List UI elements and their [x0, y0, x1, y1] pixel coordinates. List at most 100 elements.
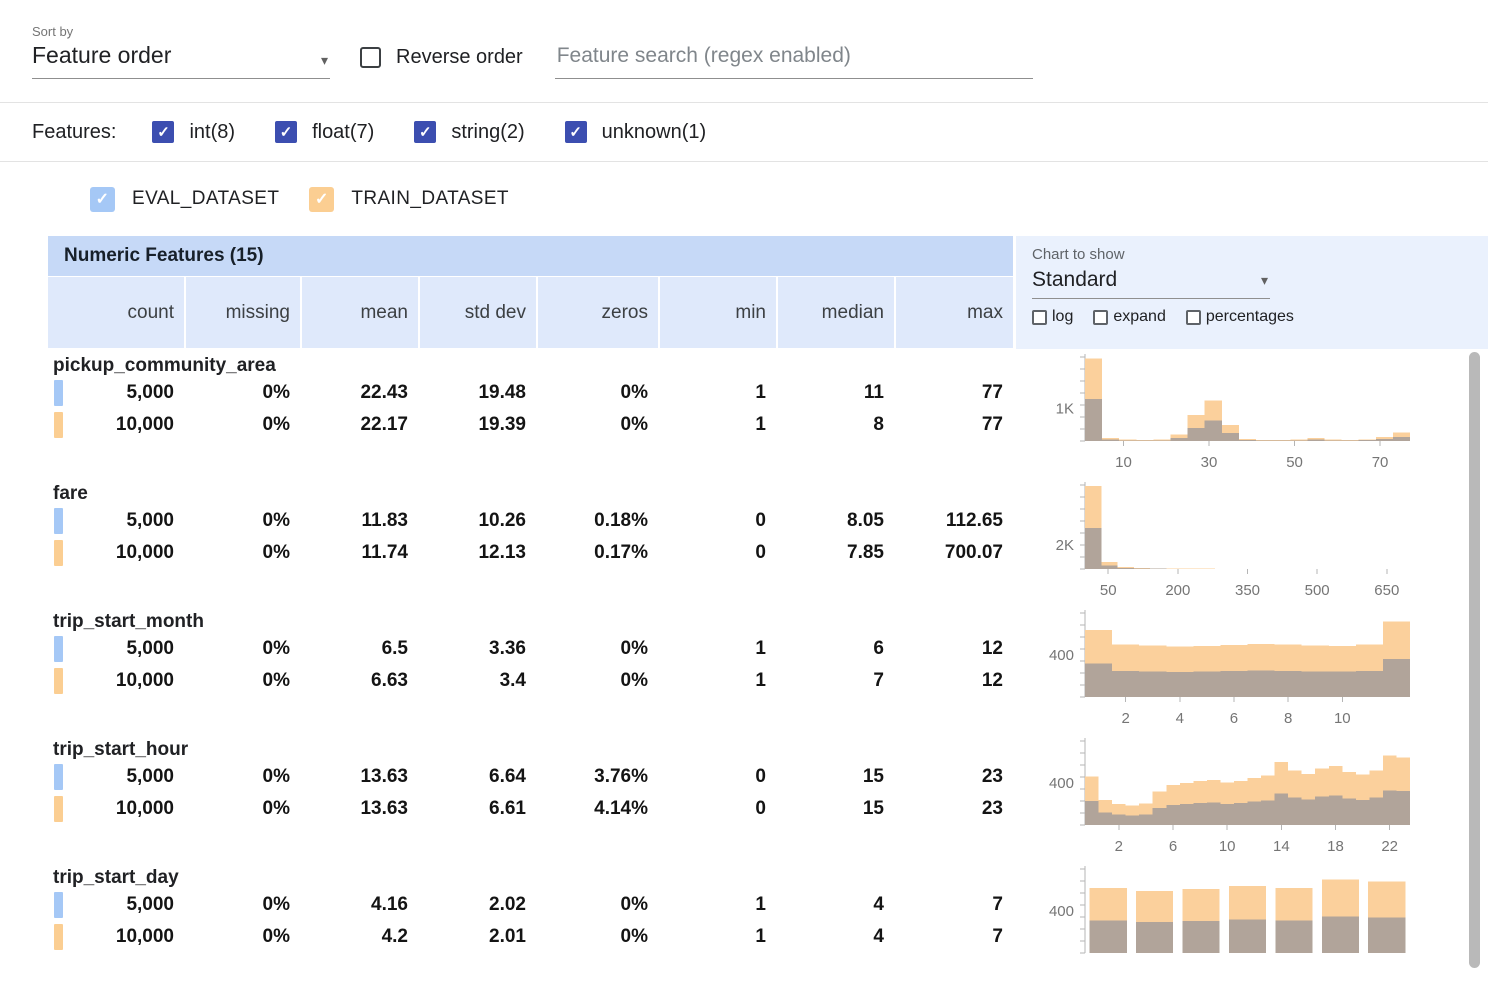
value-cell: 5,000	[48, 505, 184, 537]
svg-text:2: 2	[1115, 838, 1123, 855]
value-text: 2.02	[489, 894, 526, 915]
value-cell: 19.39	[418, 409, 536, 441]
value-cell: 4	[776, 889, 894, 921]
reverse-order-label: Reverse order	[396, 46, 523, 69]
chart-option-checkbox[interactable]	[1093, 310, 1108, 325]
value-text: 1	[755, 670, 766, 691]
value-cell: 13.63	[300, 793, 418, 825]
svg-text:22: 22	[1381, 838, 1398, 855]
dataset-checkbox[interactable]: ✓	[90, 187, 115, 212]
svg-text:2: 2	[1121, 710, 1129, 727]
value-cell: 10,000	[48, 537, 184, 569]
value-cell: 10,000	[48, 409, 184, 441]
value-text: 0%	[263, 510, 290, 531]
value-text: 5,000	[126, 894, 174, 915]
value-text: 3.4	[500, 670, 526, 691]
reverse-order-checkbox[interactable]	[360, 47, 381, 68]
column-header-mean: mean	[300, 277, 418, 348]
svg-text:10: 10	[1334, 710, 1351, 727]
chart-option-log: log	[1032, 308, 1073, 326]
value-text: 0	[755, 542, 766, 563]
chart-option-label: percentages	[1206, 308, 1294, 326]
value-cell: 5,000	[48, 633, 184, 665]
value-text: 1	[755, 638, 766, 659]
dataset-marker-eval	[54, 764, 63, 790]
value-text: 12.13	[478, 542, 526, 563]
chart-options: log expand percentages	[1032, 308, 1488, 326]
dataset-marker-train	[54, 796, 63, 822]
value-text: 4.2	[382, 926, 408, 947]
toolbar: Sort by Feature order ▾ Reverse order	[0, 0, 1488, 103]
column-header-row: countmissingmeanstd devzerosminmedianmax	[48, 277, 1013, 348]
value-cell: 1	[658, 409, 776, 441]
value-cell: 0%	[184, 409, 300, 441]
value-cell: 0%	[184, 889, 300, 921]
value-cell: 19.48	[418, 377, 536, 409]
feature-chart-area: 2K50200350500650	[1013, 477, 1488, 605]
feature-search-input[interactable]	[555, 44, 1033, 79]
svg-text:500: 500	[1305, 582, 1330, 599]
value-cell: 4.2	[300, 921, 418, 953]
feature-type-filter: ✓string(2)	[414, 121, 524, 144]
value-text: 15	[863, 766, 884, 787]
dataset-label: EVAL_DATASET	[132, 188, 279, 210]
check-icon: ✓	[569, 123, 582, 141]
value-cell: 77	[894, 377, 1013, 409]
value-text: 1	[755, 894, 766, 915]
stats-row: 10,0000%11.7412.130.17%07.85700.07	[48, 537, 1013, 569]
value-cell: 0%	[184, 665, 300, 697]
value-cell: 23	[894, 793, 1013, 825]
feature-block: pickup_community_area5,0000%22.4319.480%…	[48, 349, 1488, 477]
filter-checkbox[interactable]: ✓	[152, 121, 174, 143]
feature-chart-area: 400	[1013, 861, 1488, 989]
value-text: 700.07	[945, 542, 1003, 563]
histogram-chart: 1K10305070	[1013, 349, 1488, 477]
histogram-chart: 400246810	[1013, 605, 1488, 733]
value-cell: 0%	[536, 889, 658, 921]
scrollbar[interactable]	[1469, 352, 1480, 968]
value-cell: 11	[776, 377, 894, 409]
stats-row: 10,0000%13.636.614.14%01523	[48, 793, 1013, 825]
value-cell: 22.17	[300, 409, 418, 441]
chart-option-checkbox[interactable]	[1032, 310, 1047, 325]
stats-row: 10,0000%4.22.010%147	[48, 921, 1013, 953]
svg-text:30: 30	[1201, 454, 1218, 471]
value-cell: 1	[658, 665, 776, 697]
dataset-checkbox[interactable]: ✓	[309, 187, 334, 212]
chart-type-dropdown[interactable]: Standard ▾	[1032, 268, 1270, 299]
value-cell: 10,000	[48, 665, 184, 697]
value-text: 5,000	[126, 510, 174, 531]
filter-checkbox[interactable]: ✓	[275, 121, 297, 143]
svg-text:10: 10	[1219, 838, 1236, 855]
value-text: 13.63	[360, 798, 408, 819]
feature-type-filter: ✓int(8)	[152, 121, 235, 144]
dataset-legend: ✓EVAL_DATASET✓TRAIN_DATASET	[0, 162, 1488, 236]
svg-text:400: 400	[1049, 775, 1074, 792]
value-cell: 0%	[536, 409, 658, 441]
value-text: 11.74	[362, 542, 409, 563]
sort-by-value: Feature order	[32, 42, 171, 68]
sort-by-dropdown[interactable]: Feature order ▾	[32, 42, 330, 79]
value-text: 10,000	[116, 414, 174, 435]
chart-option-checkbox[interactable]	[1186, 310, 1201, 325]
value-cell: 0%	[536, 921, 658, 953]
chart-type-value: Standard	[1032, 268, 1117, 291]
value-cell: 7.85	[776, 537, 894, 569]
chart-option-expand: expand	[1093, 308, 1166, 326]
svg-text:400: 400	[1049, 647, 1074, 664]
value-cell: 0	[658, 505, 776, 537]
value-cell: 13.63	[300, 761, 418, 793]
features-filter-label: Features:	[32, 121, 116, 144]
filter-checkbox[interactable]: ✓	[565, 121, 587, 143]
feature-block: trip_start_month5,0000%6.53.360%161210,0…	[48, 605, 1488, 733]
feature-stats: trip_start_day5,0000%4.162.020%14710,000…	[48, 861, 1013, 989]
value-cell: 4	[776, 921, 894, 953]
value-cell: 6.5	[300, 633, 418, 665]
value-cell: 6.63	[300, 665, 418, 697]
filter-checkbox[interactable]: ✓	[414, 121, 436, 143]
value-cell: 6.61	[418, 793, 536, 825]
feature-stats: trip_start_month5,0000%6.53.360%161210,0…	[48, 605, 1013, 733]
value-text: 0%	[621, 382, 648, 403]
value-text: 4.14%	[594, 798, 648, 819]
column-header-max: max	[894, 277, 1013, 348]
